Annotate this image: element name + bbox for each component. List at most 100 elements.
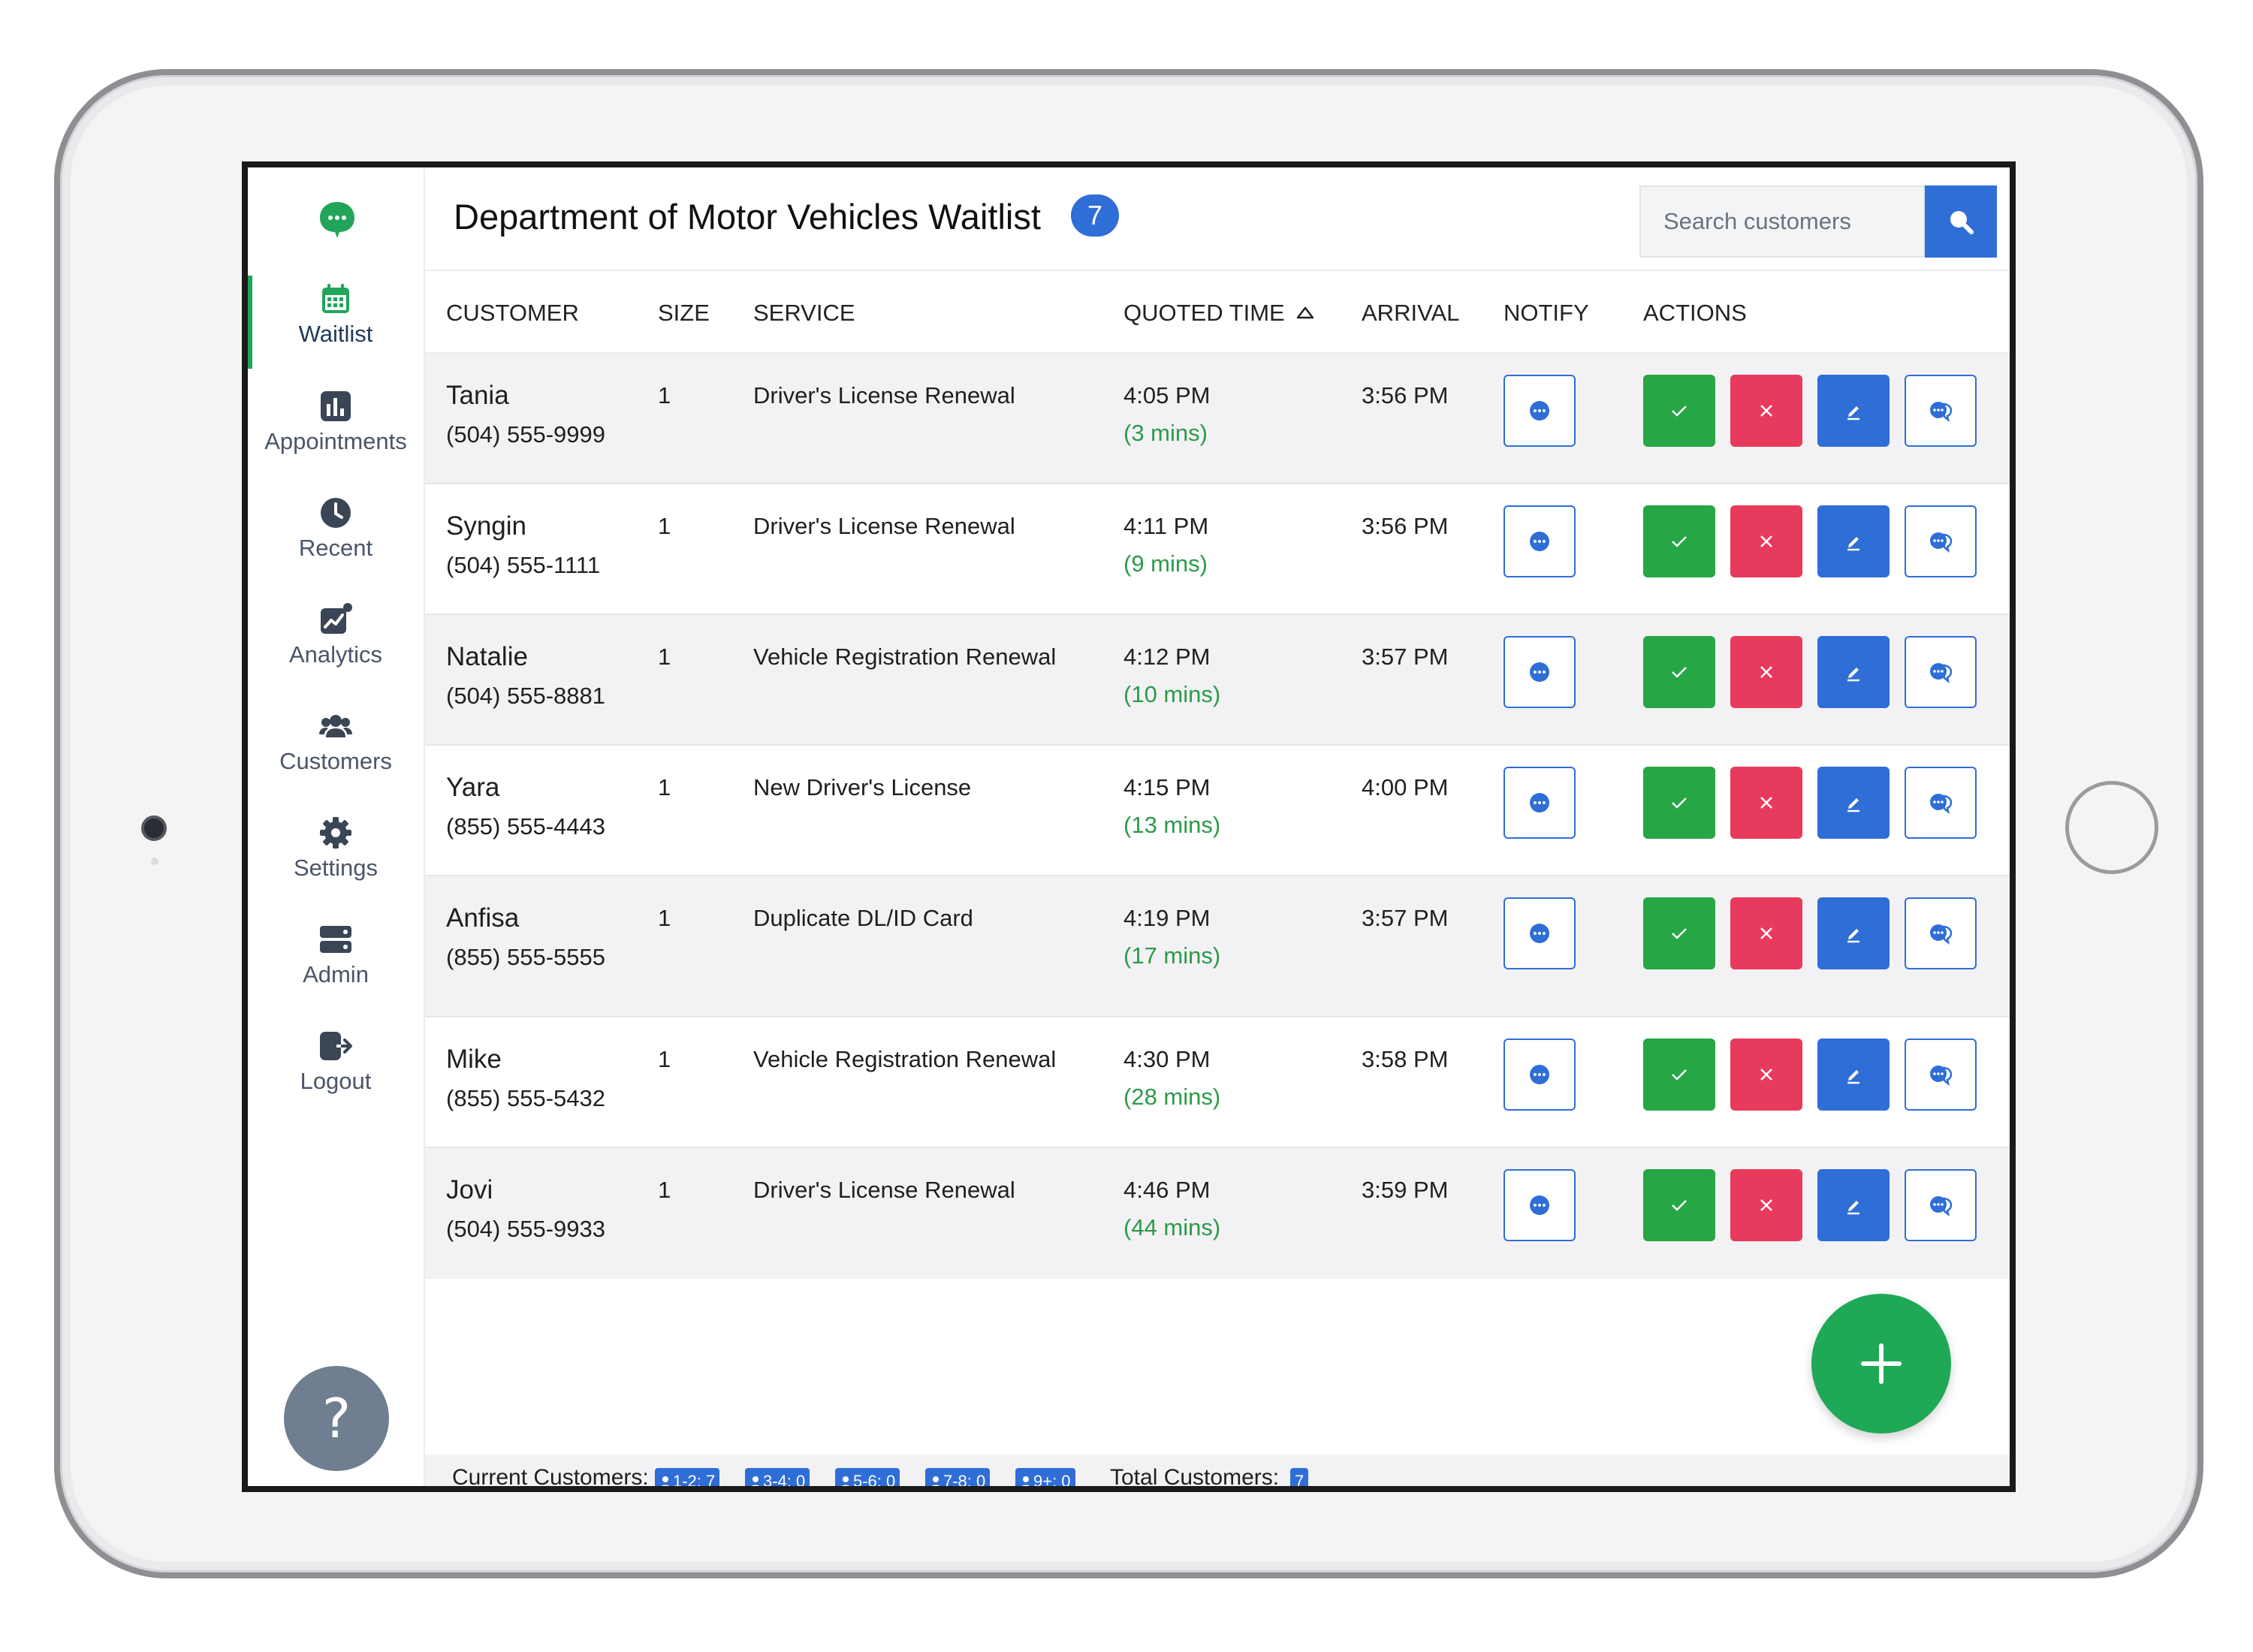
sidebar-item-label: Logout xyxy=(300,1068,372,1094)
chat-button[interactable] xyxy=(1905,897,1977,969)
sidebar-item-label: Recent xyxy=(298,535,373,561)
party-size: 1 xyxy=(658,382,671,408)
notify-button[interactable] xyxy=(1504,505,1576,577)
pencil-icon xyxy=(1847,798,1859,812)
edit-customer-button[interactable] xyxy=(1817,767,1890,839)
chat-button[interactable] xyxy=(1905,375,1977,447)
header-arrival[interactable]: ARRIVAL xyxy=(1362,300,1459,327)
sidebar-item-settings[interactable]: Settings xyxy=(248,815,424,913)
seat-customer-button[interactable] xyxy=(1643,1169,1715,1241)
seat-customer-button[interactable] xyxy=(1643,767,1715,839)
person-icon xyxy=(1021,1476,1030,1486)
close-icon xyxy=(1760,927,1772,939)
header-size[interactable]: SIZE xyxy=(658,300,710,327)
table-row[interactable]: Mike (855) 555-5432 1 Vehicle Registrati… xyxy=(425,1017,2010,1148)
remove-customer-button[interactable] xyxy=(1730,1169,1802,1241)
chip-label: 9+: 0 xyxy=(1033,1472,1071,1491)
server-icon xyxy=(320,926,351,953)
party-size: 1 xyxy=(658,644,671,670)
chat-button[interactable] xyxy=(1905,1039,1977,1111)
chip-label: 1-2: 7 xyxy=(673,1472,716,1491)
header-quoted-time[interactable]: QUOTED TIME xyxy=(1123,300,1315,327)
notify-button[interactable] xyxy=(1504,636,1576,708)
remove-customer-button[interactable] xyxy=(1730,505,1802,577)
message-icon xyxy=(1530,1195,1549,1215)
edit-customer-button[interactable] xyxy=(1817,505,1890,577)
chat-bubbles-icon xyxy=(1930,1066,1953,1086)
search-input[interactable]: Search customers xyxy=(1639,185,1925,258)
main-content: Department of Motor Vehicles Waitlist 7 … xyxy=(425,167,2010,1486)
checkmark-icon xyxy=(1672,536,1687,547)
home-button[interactable] xyxy=(2065,781,2158,874)
edit-customer-button[interactable] xyxy=(1817,375,1890,447)
close-icon xyxy=(1760,405,1772,417)
party-size-chip: 9+: 0 xyxy=(1015,1468,1075,1491)
service-name: Driver's License Renewal xyxy=(753,513,1015,539)
notify-button[interactable] xyxy=(1504,1169,1576,1241)
status-footer: Current Customers: 1-2: 7 3-4: 0 5-6: 0 … xyxy=(425,1455,2010,1491)
edit-customer-button[interactable] xyxy=(1817,1039,1890,1111)
chat-button[interactable] xyxy=(1905,1169,1977,1241)
table-row[interactable]: Anfisa (855) 555-5555 1 Duplicate DL/ID … xyxy=(425,876,2010,1017)
pencil-icon xyxy=(1847,668,1859,682)
message-icon xyxy=(1530,1065,1549,1084)
remove-customer-button[interactable] xyxy=(1730,767,1802,839)
close-icon xyxy=(1760,1199,1772,1211)
chat-button[interactable] xyxy=(1905,505,1977,577)
page-title: Department of Motor Vehicles Waitlist xyxy=(454,197,1041,237)
header-service[interactable]: SERVICE xyxy=(753,300,855,327)
pencil-icon xyxy=(1847,1070,1859,1084)
notify-button[interactable] xyxy=(1504,767,1576,839)
total-customers-badge: 7 xyxy=(1290,1468,1309,1486)
table-row[interactable]: Jovi (504) 555-9933 1 Driver's License R… xyxy=(425,1148,2010,1279)
table-row[interactable]: Tania (504) 555-9999 1 Driver's License … xyxy=(425,354,2010,484)
party-size: 1 xyxy=(658,1046,671,1072)
header-customer[interactable]: CUSTOMER xyxy=(446,300,579,327)
table-row[interactable]: Syngin (504) 555-1111 1 Driver's License… xyxy=(425,484,2010,615)
table-row[interactable]: Natalie (504) 555-8881 1 Vehicle Registr… xyxy=(425,615,2010,746)
users-icon xyxy=(319,715,352,737)
table-row[interactable]: Yara (855) 555-4443 1 New Driver's Licen… xyxy=(425,746,2010,876)
person-icon xyxy=(841,1476,850,1486)
gear-icon xyxy=(320,817,351,849)
chat-button[interactable] xyxy=(1905,767,1977,839)
chat-button[interactable] xyxy=(1905,636,1977,708)
edit-customer-button[interactable] xyxy=(1817,897,1890,969)
customer-name: Jovi xyxy=(446,1175,493,1204)
sidebar-item-appointments[interactable]: Appointments xyxy=(248,389,424,487)
seat-customer-button[interactable] xyxy=(1643,505,1715,577)
sidebar-item-waitlist[interactable]: Waitlist xyxy=(248,276,424,379)
help-button[interactable]: ? xyxy=(284,1366,389,1471)
remove-customer-button[interactable] xyxy=(1730,1039,1802,1111)
sidebar-item-analytics[interactable]: Analytics xyxy=(248,602,424,700)
wait-duration: (13 mins) xyxy=(1123,812,1221,838)
sidebar-item-admin[interactable]: Admin xyxy=(248,922,424,1020)
seat-customer-button[interactable] xyxy=(1643,897,1715,969)
seat-customer-button[interactable] xyxy=(1643,1039,1715,1111)
calendar-icon xyxy=(322,284,349,313)
edit-customer-button[interactable] xyxy=(1817,636,1890,708)
header-actions: ACTIONS xyxy=(1643,300,1747,326)
sidebar-item-logout[interactable]: Logout xyxy=(248,1029,424,1126)
seat-customer-button[interactable] xyxy=(1643,375,1715,447)
wait-duration: (28 mins) xyxy=(1123,1084,1221,1110)
wait-duration: (3 mins) xyxy=(1123,420,1208,446)
chat-bubbles-icon xyxy=(1930,924,1953,945)
notify-button[interactable] xyxy=(1504,897,1576,969)
sidebar-item-label: Admin xyxy=(303,961,369,987)
seat-customer-button[interactable] xyxy=(1643,636,1715,708)
edit-customer-button[interactable] xyxy=(1817,1169,1890,1241)
add-customer-button[interactable] xyxy=(1811,1294,1951,1433)
remove-customer-button[interactable] xyxy=(1730,375,1802,447)
sidebar-item-customers[interactable]: Customers xyxy=(248,709,424,806)
notify-button[interactable] xyxy=(1504,375,1576,447)
wait-duration: (44 mins) xyxy=(1123,1214,1221,1241)
search-button[interactable] xyxy=(1925,185,1997,258)
customer-name: Yara xyxy=(446,773,500,802)
chat-bubbles-icon xyxy=(1930,402,1953,422)
notify-button[interactable] xyxy=(1504,1039,1576,1111)
chip-label: 5-6: 0 xyxy=(853,1472,896,1491)
remove-customer-button[interactable] xyxy=(1730,897,1802,969)
remove-customer-button[interactable] xyxy=(1730,636,1802,708)
sidebar-item-recent[interactable]: Recent xyxy=(248,496,424,593)
